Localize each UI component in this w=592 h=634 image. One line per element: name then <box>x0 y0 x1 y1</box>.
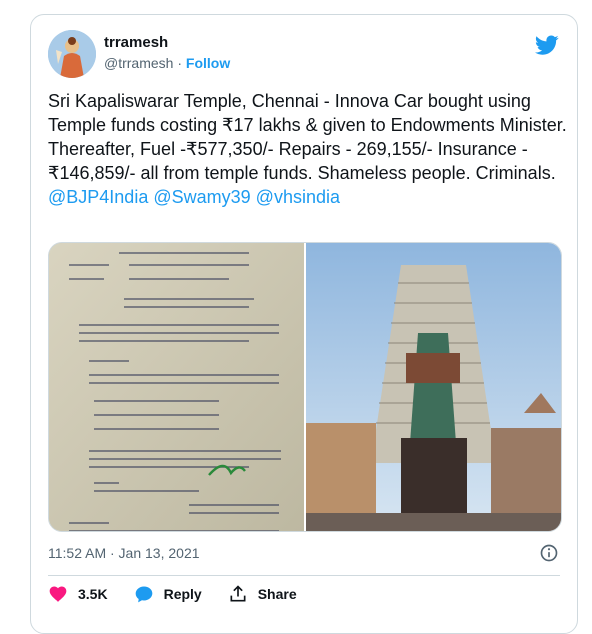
heart-icon <box>49 586 67 602</box>
reply-label: Reply <box>163 586 202 602</box>
tweet-timestamp[interactable]: 11:52 AM · Jan 13, 2021 <box>48 545 200 561</box>
mention-bjp4india[interactable]: @BJP4India <box>48 187 148 207</box>
share-icon <box>230 585 246 602</box>
author-handle-row: @trramesh · Follow <box>104 55 230 71</box>
tweet-body: Sri Kapaliswarar Temple, Chennai - Innov… <box>48 91 567 183</box>
share-label: Share <box>257 586 297 602</box>
follow-button[interactable]: Follow <box>186 55 230 71</box>
author-name[interactable]: trramesh <box>104 34 168 51</box>
reply-button[interactable]: Reply <box>134 584 202 604</box>
like-count: 3.5K <box>78 586 108 602</box>
document-photo[interactable] <box>49 243 306 531</box>
action-bar: 3.5K Reply Share <box>48 581 323 607</box>
share-button[interactable]: Share <box>228 584 297 604</box>
reply-icon <box>135 586 152 603</box>
mention-vhsindia[interactable]: @vhsindia <box>256 187 340 207</box>
avatar[interactable] <box>48 30 96 78</box>
divider <box>48 575 560 576</box>
info-icon[interactable] <box>539 543 559 563</box>
temple-photo[interactable] <box>306 243 561 531</box>
twitter-bird-icon[interactable] <box>535 33 559 57</box>
author-handle[interactable]: @trramesh <box>104 55 173 71</box>
tweet-text: Sri Kapaliswarar Temple, Chennai - Innov… <box>48 89 568 209</box>
separator-dot: · <box>177 55 183 71</box>
media-grid <box>48 242 562 532</box>
tweet-card: trramesh @trramesh · Follow Sri Kapalisw… <box>30 14 578 634</box>
mention-swamy39[interactable]: @Swamy39 <box>153 187 250 207</box>
like-button[interactable]: 3.5K <box>48 584 108 604</box>
